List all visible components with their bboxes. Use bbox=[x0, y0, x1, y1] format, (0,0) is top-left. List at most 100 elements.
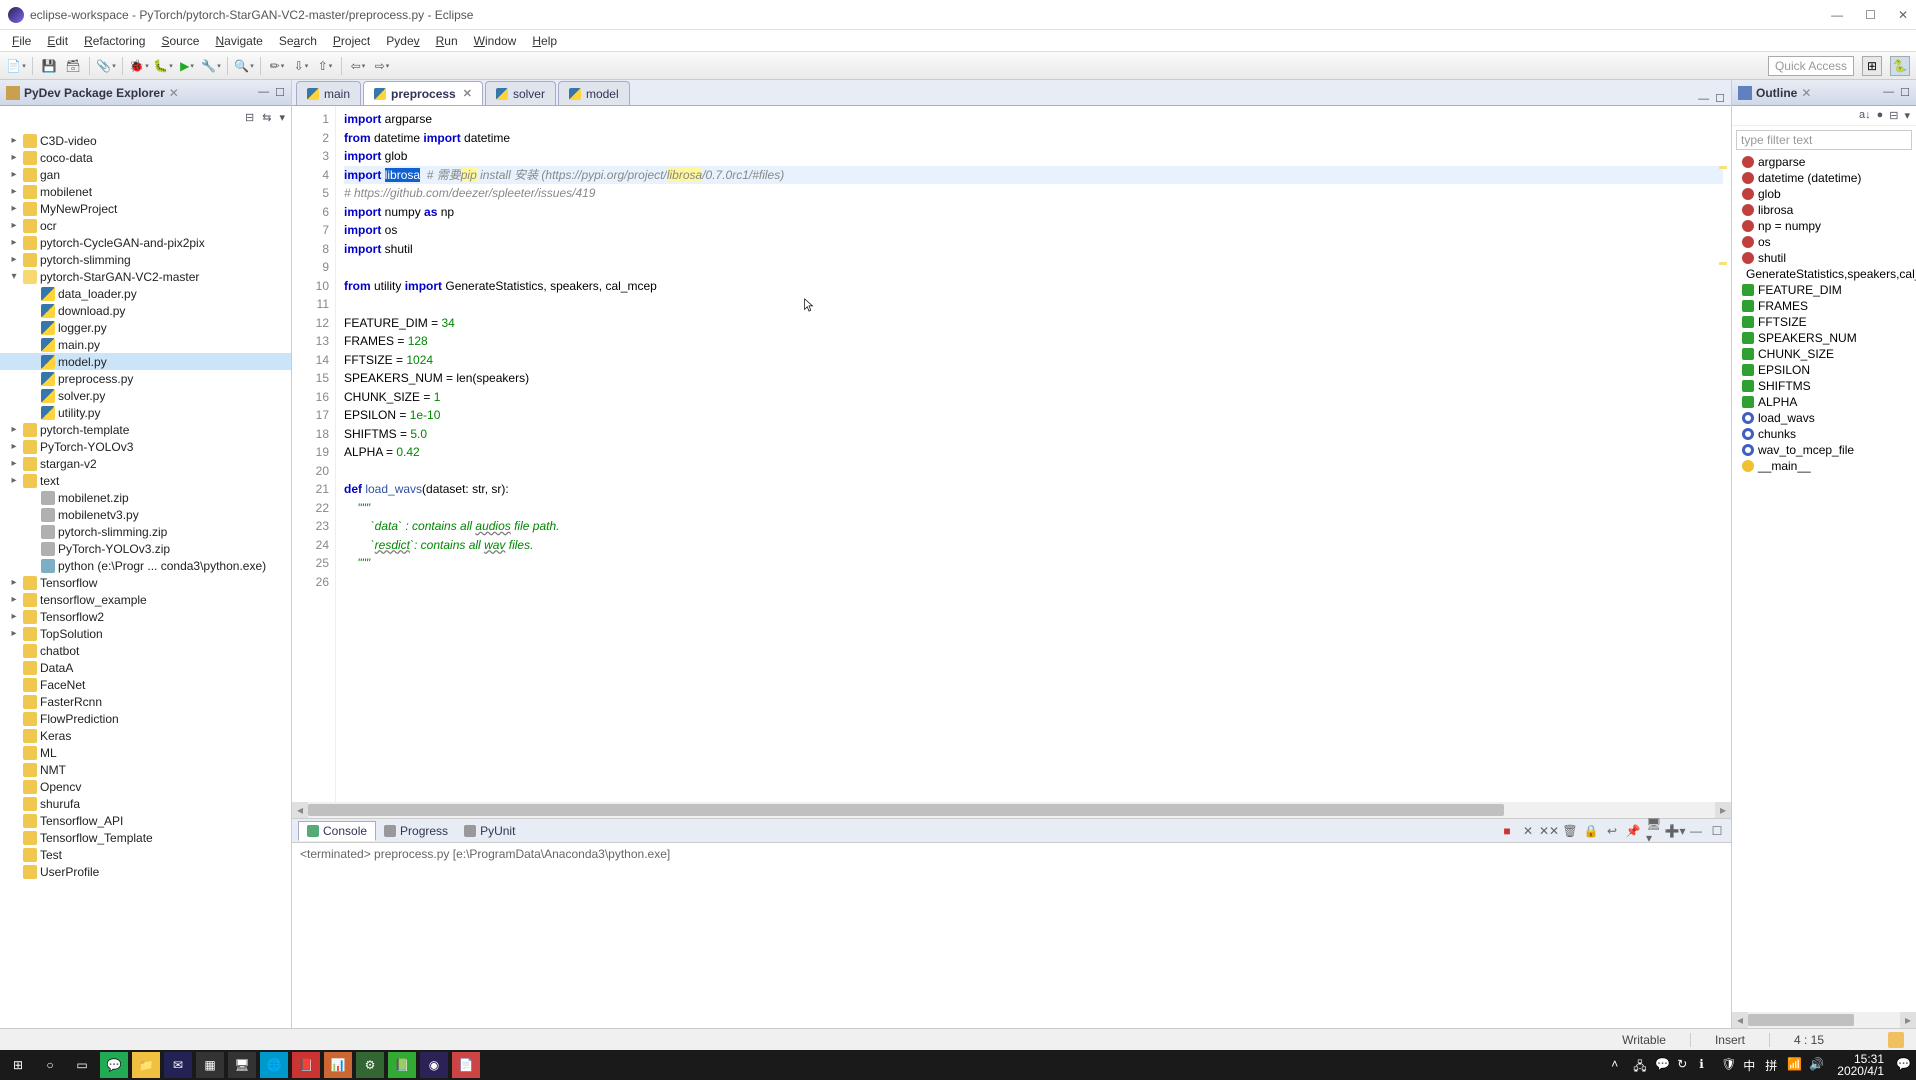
outline-item[interactable]: datetime (datetime) bbox=[1732, 170, 1916, 186]
console-tab[interactable]: Progress bbox=[376, 821, 456, 841]
scroll-right-icon[interactable]: ▸ bbox=[1715, 802, 1731, 818]
taskbar-app[interactable]: 📗 bbox=[388, 1052, 416, 1078]
outline-hscroll[interactable]: ◂ ▸ bbox=[1732, 1012, 1916, 1028]
tree-item[interactable]: data_loader.py bbox=[0, 285, 291, 302]
tree-item[interactable]: FasterRcnn bbox=[0, 693, 291, 710]
last-edit-button[interactable]: ✏ bbox=[267, 56, 287, 76]
tree-item[interactable]: Tensorflow_Template bbox=[0, 829, 291, 846]
code-line[interactable]: import argparse bbox=[344, 110, 1723, 129]
tree-item[interactable]: python (e:\Progr ... conda3\python.exe) bbox=[0, 557, 291, 574]
notification-icon[interactable]: 💬 bbox=[1896, 1057, 1912, 1073]
tree-item[interactable]: ▸Tensorflow2 bbox=[0, 608, 291, 625]
tree-twisty-icon[interactable]: ▸ bbox=[8, 135, 20, 146]
open-console-icon[interactable]: ➕▾ bbox=[1667, 823, 1683, 839]
tray-ime-icon[interactable]: 拼 bbox=[1765, 1057, 1781, 1073]
close-outline-icon[interactable]: ✕ bbox=[1801, 86, 1811, 100]
editor-tab[interactable]: solver bbox=[485, 81, 556, 105]
outline-item[interactable]: FEATURE_DIM bbox=[1732, 282, 1916, 298]
code-line[interactable]: from datetime import datetime bbox=[344, 129, 1723, 148]
code-line[interactable]: """ bbox=[344, 499, 1723, 518]
code-line[interactable]: # https://github.com/deezer/spleeter/iss… bbox=[344, 184, 1723, 203]
taskbar-app[interactable]: 🖥 bbox=[228, 1052, 256, 1078]
tree-twisty-icon[interactable]: ▸ bbox=[8, 611, 20, 622]
outline-item[interactable]: glob bbox=[1732, 186, 1916, 202]
scroll-left-icon[interactable]: ◂ bbox=[292, 802, 308, 818]
console-tab[interactable]: Console bbox=[298, 821, 376, 841]
quick-access-input[interactable]: Quick Access bbox=[1768, 56, 1854, 76]
outline-item[interactable]: __main__ bbox=[1732, 458, 1916, 474]
editor-hscroll[interactable]: ◂ ▸ bbox=[292, 802, 1731, 818]
tree-item[interactable]: ▸coco-data bbox=[0, 149, 291, 166]
prev-annotation-button[interactable]: ⇧ bbox=[315, 56, 335, 76]
tree-item[interactable]: ▸pytorch-slimming bbox=[0, 251, 291, 268]
editor[interactable]: 1234567891011121314151617181920212223242… bbox=[292, 106, 1731, 802]
tray-lang-icon[interactable]: 中 bbox=[1743, 1057, 1759, 1073]
taskbar-app[interactable]: 📁 bbox=[132, 1052, 160, 1078]
pin-console-icon[interactable]: 📌 bbox=[1625, 823, 1641, 839]
back-button[interactable]: ⇦ bbox=[348, 56, 368, 76]
tree-item[interactable]: PyTorch-YOLOv3.zip bbox=[0, 540, 291, 557]
code-line[interactable]: ALPHA = 0.42 bbox=[344, 443, 1723, 462]
display-console-icon[interactable]: 🖥▾ bbox=[1646, 823, 1662, 839]
code-line[interactable] bbox=[344, 462, 1723, 481]
tree-twisty-icon[interactable]: ▸ bbox=[8, 628, 20, 639]
open-perspective-button[interactable]: ⊞ bbox=[1862, 56, 1882, 76]
pydev-perspective-button[interactable]: 🐍 bbox=[1890, 56, 1910, 76]
tree-twisty-icon[interactable]: ▸ bbox=[8, 254, 20, 265]
remove-launch-icon[interactable]: ✕ bbox=[1520, 823, 1536, 839]
outline-item[interactable]: SHIFTMS bbox=[1732, 378, 1916, 394]
tree-item[interactable]: ▸tensorflow_example bbox=[0, 591, 291, 608]
scroll-lock-icon[interactable]: 🔒 bbox=[1583, 823, 1599, 839]
tree-item[interactable]: ▸PyTorch-YOLOv3 bbox=[0, 438, 291, 455]
view-menu-icon[interactable]: ▾ bbox=[279, 111, 285, 124]
marker-warning[interactable] bbox=[1719, 262, 1727, 265]
tree-twisty-icon[interactable]: ▸ bbox=[8, 220, 20, 231]
editor-maximize-icon[interactable]: ☐ bbox=[1715, 92, 1725, 105]
close-view-icon[interactable]: ✕ bbox=[169, 86, 179, 100]
console-output[interactable]: <terminated> preprocess.py [e:\ProgramDa… bbox=[292, 843, 1731, 1028]
tree-twisty-icon[interactable]: ▸ bbox=[8, 577, 20, 588]
menu-refactoring[interactable]: Refactoring bbox=[76, 32, 153, 50]
console-min-icon[interactable]: — bbox=[1688, 823, 1704, 839]
scroll-right-icon[interactable]: ▸ bbox=[1900, 1012, 1916, 1028]
code-line[interactable] bbox=[344, 258, 1723, 277]
taskbar-app[interactable]: 📄 bbox=[452, 1052, 480, 1078]
package-tree[interactable]: ▸C3D-video▸coco-data▸gan▸mobilenet▸MyNew… bbox=[0, 128, 291, 1028]
code-line[interactable]: import numpy as np bbox=[344, 203, 1723, 222]
taskbar-app[interactable]: 🌐 bbox=[260, 1052, 288, 1078]
code-line[interactable]: `data` : contains all audios file path. bbox=[344, 517, 1723, 536]
next-annotation-button[interactable]: ⇩ bbox=[291, 56, 311, 76]
outline-item[interactable]: EPSILON bbox=[1732, 362, 1916, 378]
outline-item[interactable]: FRAMES bbox=[1732, 298, 1916, 314]
collapse-out-icon[interactable]: ⊟ bbox=[1889, 109, 1898, 122]
tree-item[interactable]: ▸gan bbox=[0, 166, 291, 183]
outline-filter-input[interactable]: type filter text bbox=[1736, 130, 1912, 150]
taskbar-clock[interactable]: 15:312020/4/1 bbox=[1831, 1053, 1890, 1077]
editor-tab[interactable]: preprocess✕ bbox=[363, 81, 483, 105]
menu-window[interactable]: Window bbox=[466, 32, 525, 50]
console-max-icon[interactable]: ☐ bbox=[1709, 823, 1725, 839]
remove-all-icon[interactable]: ✕✕ bbox=[1541, 823, 1557, 839]
tree-twisty-icon[interactable]: ▸ bbox=[8, 203, 20, 214]
close-tab-icon[interactable]: ✕ bbox=[463, 87, 472, 100]
minimize-view-icon[interactable]: — bbox=[258, 86, 269, 99]
tree-item[interactable]: solver.py bbox=[0, 387, 291, 404]
tree-twisty-icon[interactable]: ▸ bbox=[8, 237, 20, 248]
scroll-left-icon[interactable]: ◂ bbox=[1732, 1012, 1748, 1028]
code-line[interactable]: SHIFTMS = 5.0 bbox=[344, 425, 1723, 444]
tree-twisty-icon[interactable]: ▸ bbox=[8, 169, 20, 180]
tray-up-icon[interactable]: ˄ bbox=[1611, 1057, 1627, 1073]
code-line[interactable]: """ bbox=[344, 554, 1723, 573]
tree-item[interactable]: UserProfile bbox=[0, 863, 291, 880]
tree-item[interactable]: FlowPrediction bbox=[0, 710, 291, 727]
tree-item[interactable]: ▸MyNewProject bbox=[0, 200, 291, 217]
tree-item[interactable]: ▸stargan-v2 bbox=[0, 455, 291, 472]
tray-shield-icon[interactable]: 🛡 bbox=[1721, 1057, 1737, 1073]
tree-item[interactable]: ▸mobilenet bbox=[0, 183, 291, 200]
taskbar-app[interactable]: ▦ bbox=[196, 1052, 224, 1078]
tree-twisty-icon[interactable]: ▸ bbox=[8, 152, 20, 163]
code-line[interactable]: from utility import GenerateStatistics, … bbox=[344, 277, 1723, 296]
outline-item[interactable]: wav_to_mcep_file bbox=[1732, 442, 1916, 458]
tree-item[interactable]: ▾pytorch-StarGAN-VC2-master bbox=[0, 268, 291, 285]
tree-item[interactable]: ▸C3D-video bbox=[0, 132, 291, 149]
